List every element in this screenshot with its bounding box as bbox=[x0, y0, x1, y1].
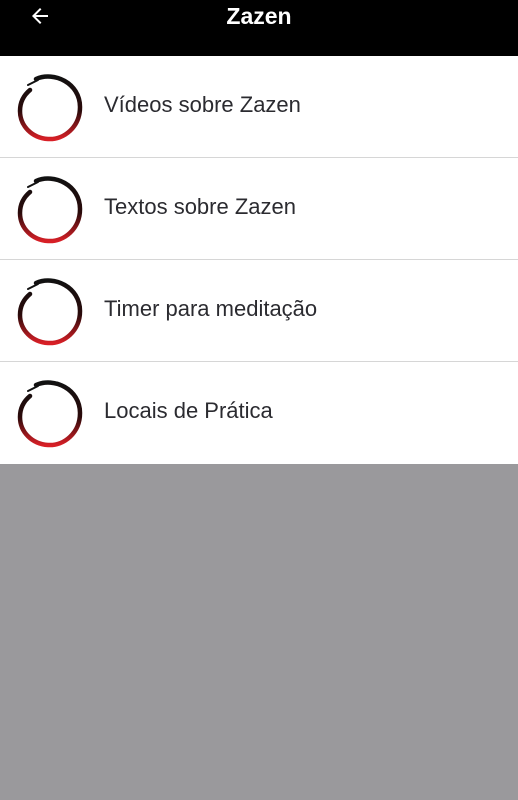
app-screen: Zazen Vídeos sobre Zazen Textos sobre Za… bbox=[0, 0, 518, 800]
top-app-bar: Zazen bbox=[0, 0, 518, 56]
menu-item-timer[interactable]: Timer para meditação bbox=[0, 260, 518, 362]
menu-item-videos[interactable]: Vídeos sobre Zazen bbox=[0, 56, 518, 158]
enso-circle-icon bbox=[17, 380, 83, 448]
menu-item-label: Locais de Prática bbox=[104, 398, 273, 423]
menu-item-locations[interactable]: Locais de Prática bbox=[0, 362, 518, 464]
menu-item-label: Timer para meditação bbox=[104, 296, 318, 321]
enso-circle-icon bbox=[17, 74, 83, 142]
page-title: Zazen bbox=[226, 3, 292, 29]
enso-circle-icon bbox=[17, 176, 83, 244]
enso-circle-icon bbox=[17, 278, 83, 346]
menu-list: Vídeos sobre Zazen Textos sobre Zazen Ti… bbox=[0, 56, 518, 464]
menu-item-label: Vídeos sobre Zazen bbox=[104, 92, 301, 117]
menu-item-label: Textos sobre Zazen bbox=[104, 194, 296, 219]
menu-item-texts[interactable]: Textos sobre Zazen bbox=[0, 158, 518, 260]
